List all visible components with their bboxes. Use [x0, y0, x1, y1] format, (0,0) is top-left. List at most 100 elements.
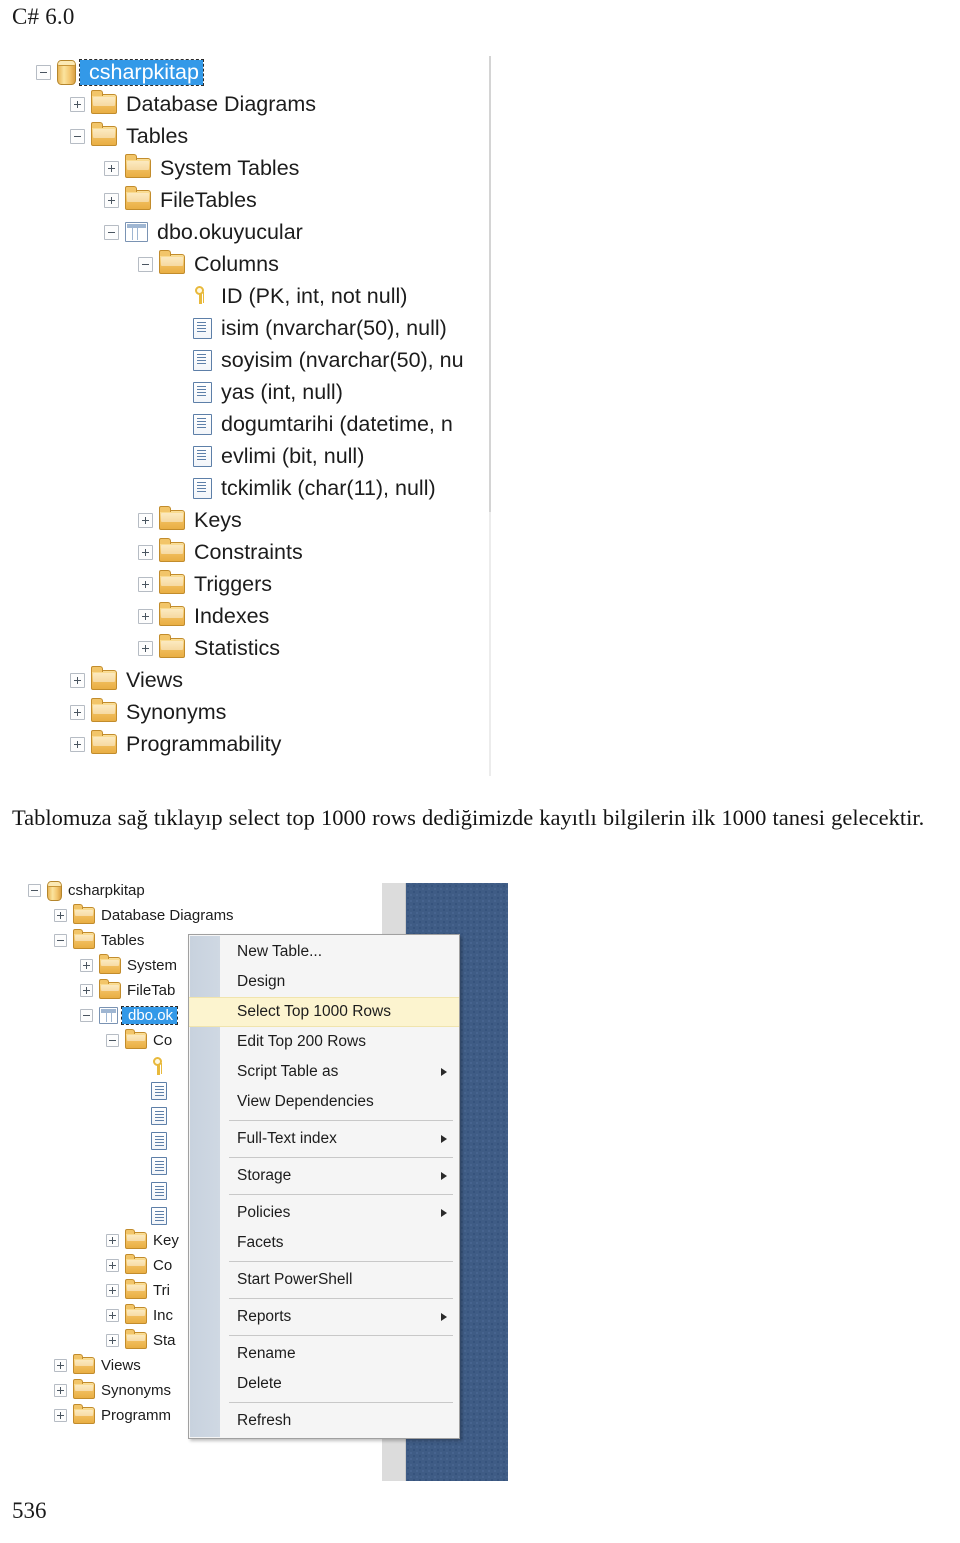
tree-node[interactable]: Statistics: [36, 632, 506, 664]
folder-icon: [125, 1329, 147, 1349]
tree-node[interactable]: Tables: [36, 120, 506, 152]
lower-screenshot: csharpkitap Database Diagrams Tables System…: [22, 878, 508, 1482]
page-header-title: C# 6.0: [12, 4, 75, 29]
expand-icon[interactable]: [54, 909, 67, 922]
tree-node-label: Inc: [153, 1307, 174, 1324]
tree-node[interactable]: System Tables: [36, 152, 506, 184]
context-menu-item[interactable]: Edit Top 200 Rows: [189, 1027, 459, 1057]
tree-node[interactable]: Triggers: [36, 568, 506, 600]
tree-node-label: Keys: [194, 507, 242, 532]
expand-icon[interactable]: [106, 1309, 119, 1322]
expand-icon[interactable]: [70, 704, 85, 720]
tree-node[interactable]: Synonyms: [36, 696, 506, 728]
expand-icon[interactable]: [70, 736, 85, 752]
expand-icon[interactable]: [104, 192, 119, 208]
tree-node[interactable]: Database Diagrams: [22, 903, 382, 928]
tree-node[interactable]: yas (int, null): [36, 376, 506, 408]
expand-icon[interactable]: [138, 512, 153, 528]
expand-icon[interactable]: [70, 96, 85, 112]
expand-icon[interactable]: [106, 1234, 119, 1247]
collapse-icon[interactable]: [106, 1034, 119, 1047]
expand-icon[interactable]: [54, 1384, 67, 1397]
context-menu-item[interactable]: Delete: [189, 1369, 459, 1399]
tree-node-label: FileTab: [127, 982, 176, 999]
folder-icon: [73, 1404, 95, 1424]
table-context-menu[interactable]: New Table... Design Select Top 1000 Rows Ed…: [188, 934, 460, 1439]
collapse-icon[interactable]: [138, 256, 153, 272]
context-menu-item[interactable]: Select Top 1000 Rows: [189, 997, 459, 1027]
folder-icon: [99, 979, 121, 999]
expand-icon[interactable]: [138, 608, 153, 624]
tree-node[interactable]: Views: [36, 664, 506, 696]
tree-node[interactable]: dogumtarihi (datetime, n: [36, 408, 506, 440]
context-menu-item[interactable]: Start PowerShell: [189, 1265, 459, 1295]
collapse-icon[interactable]: [70, 128, 85, 144]
context-menu-item[interactable]: Full-Text index: [189, 1124, 459, 1154]
expand-icon[interactable]: [138, 544, 153, 560]
folder-icon: [73, 1354, 95, 1374]
tree-node-label: Synonyms: [126, 699, 227, 724]
context-menu-item[interactable]: Storage: [189, 1161, 459, 1191]
tree-node[interactable]: Programmability: [36, 728, 506, 760]
folder-icon: [91, 122, 117, 146]
folder-icon: [125, 186, 151, 210]
column-icon: [151, 1131, 167, 1150]
context-menu-item[interactable]: Refresh: [189, 1406, 459, 1436]
context-menu-item-label: Delete: [237, 1375, 282, 1392]
expand-icon[interactable]: [80, 984, 93, 997]
tree-node-label: Synonyms: [101, 1382, 172, 1399]
expand-icon[interactable]: [138, 576, 153, 592]
context-menu-item-label: New Table...: [237, 943, 323, 960]
collapse-icon[interactable]: [36, 64, 51, 80]
tree-node[interactable]: ID (PK, int, not null): [36, 280, 506, 312]
expand-icon[interactable]: [54, 1409, 67, 1422]
collapse-icon[interactable]: [104, 224, 119, 240]
tree-node[interactable]: Database Diagrams: [36, 88, 506, 120]
expand-icon[interactable]: [138, 640, 153, 656]
tree-node[interactable]: Indexes: [36, 600, 506, 632]
expand-icon[interactable]: [106, 1284, 119, 1297]
tree-node[interactable]: evlimi (bit, null): [36, 440, 506, 472]
context-menu-separator: [229, 1120, 453, 1121]
context-menu-item[interactable]: Facets: [189, 1228, 459, 1258]
context-menu-item[interactable]: Script Table as: [189, 1057, 459, 1087]
folder-icon: [159, 506, 185, 530]
column-icon: [193, 349, 212, 371]
context-menu-item[interactable]: Rename: [189, 1339, 459, 1369]
tree-node[interactable]: soyisim (nvarchar(50), nu: [36, 344, 506, 376]
collapse-icon[interactable]: [28, 884, 41, 897]
object-explorer-tree-top[interactable]: csharpkitap Database Diagrams Tables System…: [36, 56, 506, 776]
tree-node[interactable]: FileTables: [36, 184, 506, 216]
expand-icon[interactable]: [106, 1334, 119, 1347]
tree-node[interactable]: Keys: [36, 504, 506, 536]
tree-node[interactable]: tckimlik (char(11), null): [36, 472, 506, 504]
collapse-icon[interactable]: [54, 934, 67, 947]
expand-icon[interactable]: [106, 1259, 119, 1272]
expand-icon[interactable]: [104, 160, 119, 176]
context-menu-item[interactable]: Reports: [189, 1302, 459, 1332]
tree-node-label: Sta: [153, 1332, 176, 1349]
tree-node-label: Statistics: [194, 635, 281, 660]
context-menu-item[interactable]: New Table...: [189, 937, 459, 967]
expand-icon[interactable]: [80, 959, 93, 972]
database-icon: [57, 59, 76, 85]
expand-icon[interactable]: [70, 672, 85, 688]
tree-top-scroll-track[interactable]: [489, 512, 491, 776]
context-menu-item[interactable]: Policies: [189, 1198, 459, 1228]
tree-node[interactable]: Constraints: [36, 536, 506, 568]
tree-node[interactable]: Columns: [36, 248, 506, 280]
tree-node[interactable]: csharpkitap: [22, 878, 382, 903]
tree-node[interactable]: dbo.okuyucular: [36, 216, 506, 248]
context-menu-item-label: Script Table as: [237, 1063, 339, 1080]
tree-top-scroll-line[interactable]: [489, 56, 491, 512]
tree-node[interactable]: csharpkitap: [36, 56, 506, 88]
context-menu-separator: [229, 1194, 453, 1195]
context-menu-item[interactable]: Design: [189, 967, 459, 997]
collapse-icon[interactable]: [80, 1009, 93, 1022]
context-menu-item[interactable]: View Dependencies: [189, 1087, 459, 1117]
tree-node[interactable]: isim (nvarchar(50), null): [36, 312, 506, 344]
tree-node-label: System: [127, 957, 178, 974]
expand-icon[interactable]: [54, 1359, 67, 1372]
context-menu-item-label: Storage: [237, 1167, 292, 1184]
